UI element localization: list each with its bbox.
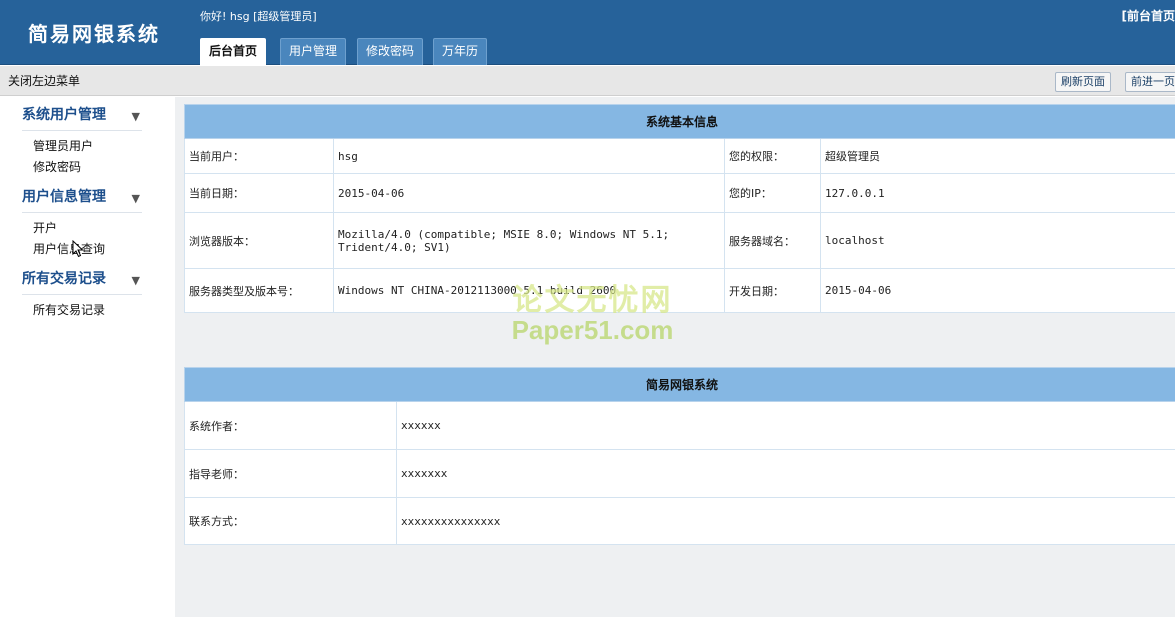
sidebar-item-all-transactions[interactable]: 所有交易记录 (33, 301, 105, 318)
forward-page-button[interactable]: 前进一页 (1125, 72, 1175, 92)
about-title: 简易网银系统 (183, 367, 1175, 402)
author-label: 系统作者： (184, 401, 397, 450)
sidebar-item-user-query[interactable]: 用户信息查询 (33, 240, 105, 257)
system-info-table: 系统基本信息 当前用户： hsg 您的权限： 超级管理员 当前日期： 2015-… (183, 104, 1175, 313)
author-value: xxxxxx (395, 401, 1175, 450)
table-row: 系统作者： xxxxxx (184, 401, 1175, 450)
dev-date-value: 2015-04-06 (819, 268, 1175, 313)
sidebar-group-label: 所有交易记录 (22, 271, 106, 287)
about-table: 简易网银系统 系统作者： xxxxxx 指导老师： xxxxxxx 联系方式： … (183, 367, 1175, 545)
contact-value: xxxxxxxxxxxxxxx (395, 497, 1175, 545)
main-content: 系统基本信息 当前用户： hsg 您的权限： 超级管理员 当前日期： 2015-… (175, 97, 1175, 617)
toolbar: 关闭左边菜单 刷新页面 前进一页 (0, 66, 1175, 96)
sidebar-group-system-users[interactable]: 系统用户管理 ▼ (22, 99, 142, 131)
welcome-text: 你好! hsg [超级管理员] (200, 10, 317, 23)
ip-label: 您的IP： (724, 173, 821, 213)
tab-change-password[interactable]: 修改密码 (357, 38, 424, 65)
sidebar-item-admin-users[interactable]: 管理员用户 (33, 137, 93, 154)
mouse-pointer-icon (72, 240, 84, 258)
server-domain-value: localhost (819, 212, 1175, 269)
table-row: 服务器类型及版本号： Windows NT CHINA-2012113000 5… (184, 268, 1175, 313)
server-type-value: Windows NT CHINA-2012113000 5.1 build 26… (333, 268, 725, 313)
refresh-page-button[interactable]: 刷新页面 (1055, 72, 1111, 92)
tab-calendar[interactable]: 万年历 (433, 38, 488, 65)
sidebar-item-change-password[interactable]: 修改密码 (33, 158, 81, 175)
sidebar: 系统用户管理 ▼ 管理员用户 修改密码 用户信息管理 ▼ 开户 用户信息查询 所… (0, 97, 175, 617)
advisor-label: 指导老师： (184, 449, 397, 498)
top-header: 简易网银系统 你好! hsg [超级管理员] [前台首页 后台首页 用户管理 修… (0, 0, 1175, 65)
sidebar-item-open-account[interactable]: 开户 (33, 219, 57, 236)
server-domain-label: 服务器域名： (724, 212, 821, 269)
current-date-label: 当前日期： (184, 173, 334, 213)
contact-label: 联系方式： (184, 497, 397, 545)
table-row: 当前日期： 2015-04-06 您的IP： 127.0.0.1 (184, 173, 1175, 213)
browser-version-label: 浏览器版本： (184, 212, 334, 269)
sidebar-group-label: 用户信息管理 (22, 189, 106, 205)
frontpage-link[interactable]: [前台首页 (1122, 7, 1175, 24)
system-info-title: 系统基本信息 (183, 104, 1175, 139)
browser-version-value: Mozilla/4.0 (compatible; MSIE 8.0; Windo… (333, 212, 725, 269)
tab-user-management[interactable]: 用户管理 (280, 38, 347, 65)
current-date-value: 2015-04-06 (333, 173, 725, 213)
sidebar-group-transactions[interactable]: 所有交易记录 ▼ (22, 263, 142, 295)
table-row: 当前用户： hsg 您的权限： 超级管理员 (184, 138, 1175, 174)
sidebar-group-user-info[interactable]: 用户信息管理 ▼ (22, 181, 142, 213)
chevron-down-icon: ▼ (131, 274, 140, 287)
close-left-menu-link[interactable]: 关闭左边菜单 (8, 72, 80, 89)
chevron-down-icon: ▼ (131, 110, 140, 123)
tab-admin-home[interactable]: 后台首页 (200, 38, 267, 65)
permission-label: 您的权限： (724, 138, 821, 174)
sidebar-group-label: 系统用户管理 (22, 107, 106, 123)
server-type-label: 服务器类型及版本号： (184, 268, 334, 313)
app-logo: 简易网银系统 (28, 22, 160, 46)
ip-value: 127.0.0.1 (819, 173, 1175, 213)
advisor-value: xxxxxxx (395, 449, 1175, 498)
table-row: 联系方式： xxxxxxxxxxxxxxx (184, 497, 1175, 545)
current-user-value: hsg (333, 138, 725, 174)
table-row: 浏览器版本： Mozilla/4.0 (compatible; MSIE 8.0… (184, 212, 1175, 269)
table-row: 指导老师： xxxxxxx (184, 449, 1175, 498)
permission-value: 超级管理员 (819, 138, 1175, 174)
current-user-label: 当前用户： (184, 138, 334, 174)
chevron-down-icon: ▼ (131, 192, 140, 205)
dev-date-label: 开发日期： (724, 268, 821, 313)
